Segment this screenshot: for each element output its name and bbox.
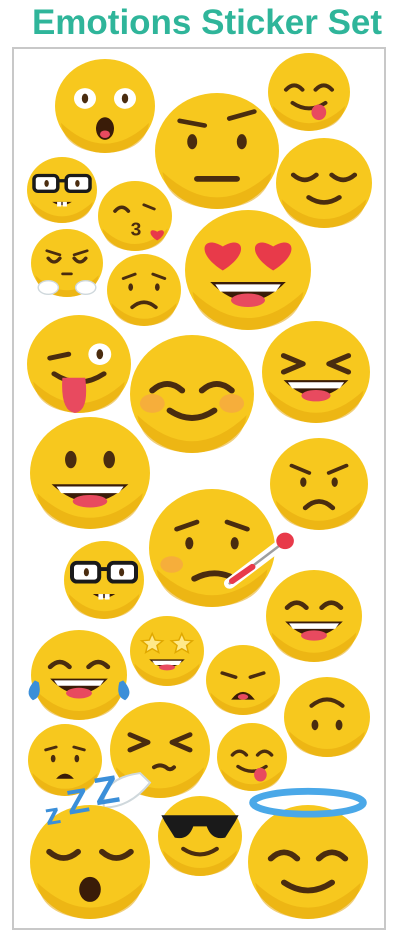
grinning-squinting-face-icon bbox=[262, 321, 370, 423]
nerd-face-small-icon bbox=[64, 541, 144, 619]
angry-face-icon bbox=[270, 438, 368, 530]
worried-face-icon bbox=[107, 254, 181, 326]
grinning-big-eyes-face-icon bbox=[29, 417, 150, 529]
blushing-smile-face-icon bbox=[130, 335, 254, 453]
star-struck-face-icon bbox=[130, 616, 204, 686]
sticker-grid: 3z ZZ bbox=[27, 53, 372, 919]
svg-text:3: 3 bbox=[131, 219, 142, 239]
halo-face-icon bbox=[248, 787, 368, 919]
heart-eyes-face-icon bbox=[185, 210, 311, 330]
tears-of-joy-face-icon bbox=[28, 630, 130, 720]
savoring-tongue-small-face-icon bbox=[217, 723, 287, 791]
steam-from-nose-face-icon bbox=[31, 229, 104, 297]
winking-tongue-face-icon bbox=[27, 315, 132, 413]
raised-eyebrow-face-icon bbox=[155, 93, 279, 209]
savoring-tongue-face-icon bbox=[268, 53, 350, 131]
exhaling-face-icon bbox=[102, 702, 210, 809]
relieved-face-icon bbox=[276, 138, 372, 228]
thermometer-sick-face-icon bbox=[149, 489, 294, 607]
sunglasses-face-icon bbox=[158, 796, 242, 876]
nerd-face-icon bbox=[27, 157, 97, 223]
grinning-smiling-eyes-face-icon bbox=[266, 570, 362, 662]
upside-down-face-icon bbox=[284, 677, 370, 757]
astonished-face-icon bbox=[55, 58, 155, 153]
weary-face-icon bbox=[206, 645, 280, 715]
kissing-heart-face-icon: 3 bbox=[98, 181, 172, 251]
